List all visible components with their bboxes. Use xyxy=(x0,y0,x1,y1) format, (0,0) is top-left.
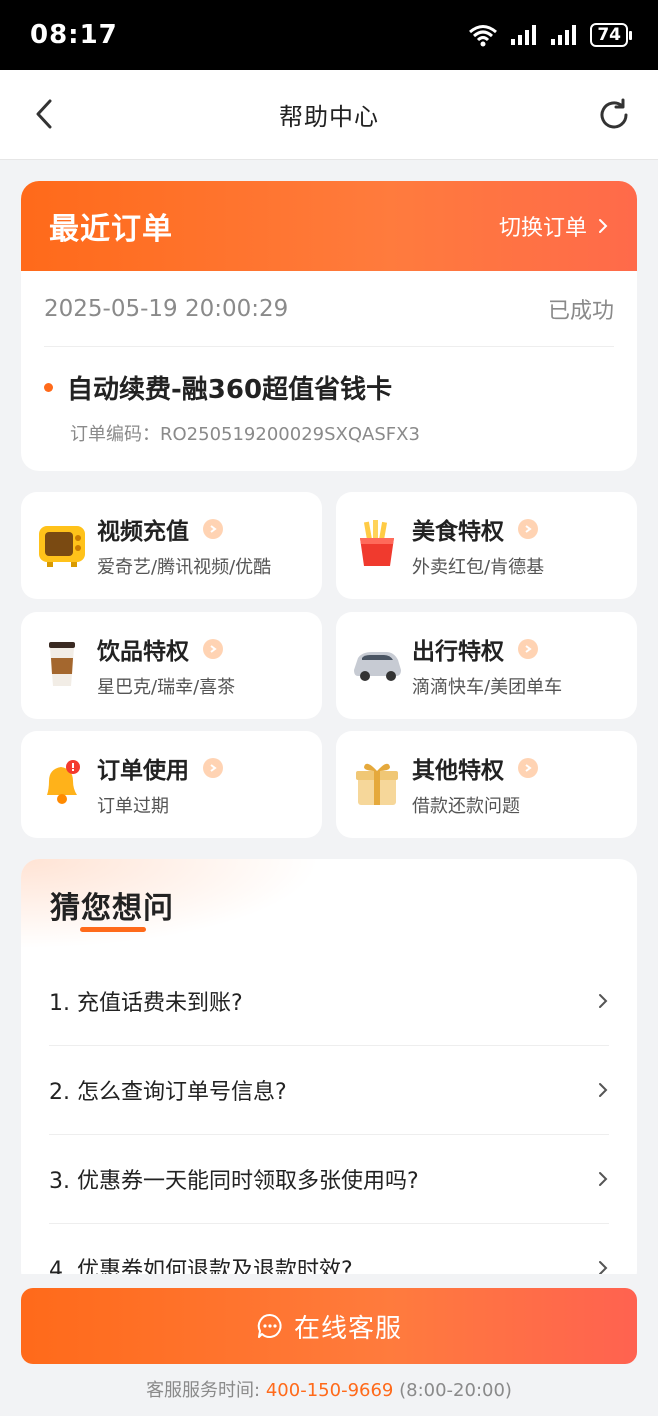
tile-subtitle: 外卖红包/肯德基 xyxy=(412,557,545,578)
chevron-right-icon xyxy=(203,639,223,659)
chevron-right-icon xyxy=(599,1083,608,1097)
car-icon xyxy=(354,652,401,681)
recent-order-header: 最近订单 切换订单 xyxy=(21,181,637,271)
coffee-cup-icon xyxy=(49,642,75,686)
faq-title-underline xyxy=(80,927,146,932)
tile-subtitle: 星巴克/瑞幸/喜茶 xyxy=(97,677,236,698)
gift-icon xyxy=(356,763,398,805)
chevron-right-icon xyxy=(518,639,538,659)
recent-order-card[interactable]: 最近订单 切换订单 2025-05-19 20:00:29 已成功 自动续费-融… xyxy=(21,181,637,471)
order-product-name: 自动续费-融360超值省钱卡 xyxy=(67,375,393,405)
bell-icon xyxy=(47,760,80,804)
service-time: 客服服务时间: 400-150-9669 (8:00-20:00) xyxy=(0,1376,658,1402)
faq-item[interactable]: 2. 怎么查询订单号信息? xyxy=(49,1046,609,1135)
category-tile-video[interactable]: 视频充值 爱奇艺/腾讯视频/优酷 xyxy=(21,492,322,599)
page-title: 帮助中心 xyxy=(279,103,379,131)
category-tile-food[interactable]: 美食特权 外卖红包/肯德基 xyxy=(336,492,637,599)
faq-item-text: 3. 优惠券一天能同时领取多张使用吗? xyxy=(49,1169,419,1194)
recent-order-title: 最近订单 xyxy=(49,212,173,247)
switch-order-label: 切换订单 xyxy=(498,216,587,241)
service-hours: (8:00-20:00) xyxy=(393,1380,512,1401)
order-number: 订单编码：RO250519200029SXQASFX3 xyxy=(70,420,637,446)
category-tile-travel[interactable]: 出行特权 滴滴快车/美团单车 xyxy=(336,612,637,719)
order-meta: 2025-05-19 20:00:29 已成功 xyxy=(44,271,614,347)
battery-indicator: 74 xyxy=(590,23,632,47)
tile-title: 其他特权 xyxy=(412,751,538,785)
order-status: 已成功 xyxy=(547,298,614,324)
tile-title: 美食特权 xyxy=(412,512,538,546)
faq-card: 猜您想问 1. 充值话费未到账? 2. 怎么查询订单号信息? 3. 优惠券一天能… xyxy=(21,859,637,1289)
chevron-right-icon xyxy=(599,219,608,233)
tile-title: 饮品特权 xyxy=(97,632,223,666)
online-customer-service-button[interactable]: 在线客服 xyxy=(21,1288,637,1364)
tile-title-text: 出行特权 xyxy=(412,639,504,665)
order-product: 自动续费-融360超值省钱卡 xyxy=(44,369,614,406)
chat-bubble-icon xyxy=(257,1313,282,1338)
order-number-label: 订单编码： xyxy=(70,424,160,445)
tile-title-text: 饮品特权 xyxy=(97,639,189,665)
order-date: 2025-05-19 20:00:29 xyxy=(44,295,289,322)
tile-title: 出行特权 xyxy=(412,632,538,666)
tile-title: 视频充值 xyxy=(97,512,223,546)
tile-title-text: 其他特权 xyxy=(412,758,504,784)
service-phone-link[interactable]: 400-150-9669 xyxy=(266,1380,394,1401)
tile-subtitle: 订单过期 xyxy=(97,796,169,817)
tile-title: 订单使用 xyxy=(97,751,223,785)
chevron-right-icon xyxy=(599,994,608,1008)
back-arrow-icon[interactable] xyxy=(28,96,64,132)
category-tile-drink[interactable]: 饮品特权 星巴克/瑞幸/喜茶 xyxy=(21,612,322,719)
tile-title-text: 视频充值 xyxy=(97,519,189,545)
switch-order-button[interactable]: 切换订单 xyxy=(499,210,609,242)
chevron-right-icon xyxy=(203,519,223,539)
order-number-value: RO250519200029SXQASFX3 xyxy=(160,424,420,445)
faq-list: 1. 充值话费未到账? 2. 怎么查询订单号信息? 3. 优惠券一天能同时领取多… xyxy=(49,957,609,1289)
bullet-dot xyxy=(44,383,53,392)
chevron-right-icon xyxy=(599,1172,608,1186)
status-bar: 08:17 74 xyxy=(0,0,658,70)
signal-icon xyxy=(511,25,537,45)
category-tile-order-usage[interactable]: 订单使用 订单过期 xyxy=(21,731,322,838)
chevron-right-icon xyxy=(518,758,538,778)
fries-icon xyxy=(360,520,394,566)
refresh-icon[interactable] xyxy=(596,97,632,133)
cs-button-label: 在线客服 xyxy=(293,1313,402,1344)
service-time-prefix: 客服服务时间: xyxy=(146,1380,266,1401)
chevron-right-icon xyxy=(518,519,538,539)
faq-item[interactable]: 1. 充值话费未到账? xyxy=(49,957,609,1046)
tv-icon xyxy=(39,526,85,567)
tile-subtitle: 借款还款问题 xyxy=(412,796,520,817)
tile-title-text: 美食特权 xyxy=(412,519,504,545)
faq-item[interactable]: 3. 优惠券一天能同时领取多张使用吗? xyxy=(49,1135,609,1224)
faq-item-text: 2. 怎么查询订单号信息? xyxy=(49,1080,287,1105)
wifi-icon xyxy=(469,25,498,47)
nav-bar: 帮助中心 xyxy=(0,70,658,160)
signal-icon-2 xyxy=(551,25,577,45)
tile-subtitle: 滴滴快车/美团单车 xyxy=(412,677,563,698)
bottom-bar: 在线客服 客服服务时间: 400-150-9669 (8:00-20:00) xyxy=(0,1274,658,1416)
tile-title-text: 订单使用 xyxy=(97,758,189,784)
status-time: 08:17 xyxy=(30,20,118,50)
chevron-right-icon xyxy=(203,758,223,778)
status-icons: 74 xyxy=(468,23,632,47)
faq-title: 猜您想问 xyxy=(50,891,174,926)
faq-item-text: 1. 充值话费未到账? xyxy=(49,991,243,1016)
category-tile-other[interactable]: 其他特权 借款还款问题 xyxy=(336,731,637,838)
tile-subtitle: 爱奇艺/腾讯视频/优酷 xyxy=(97,557,272,578)
